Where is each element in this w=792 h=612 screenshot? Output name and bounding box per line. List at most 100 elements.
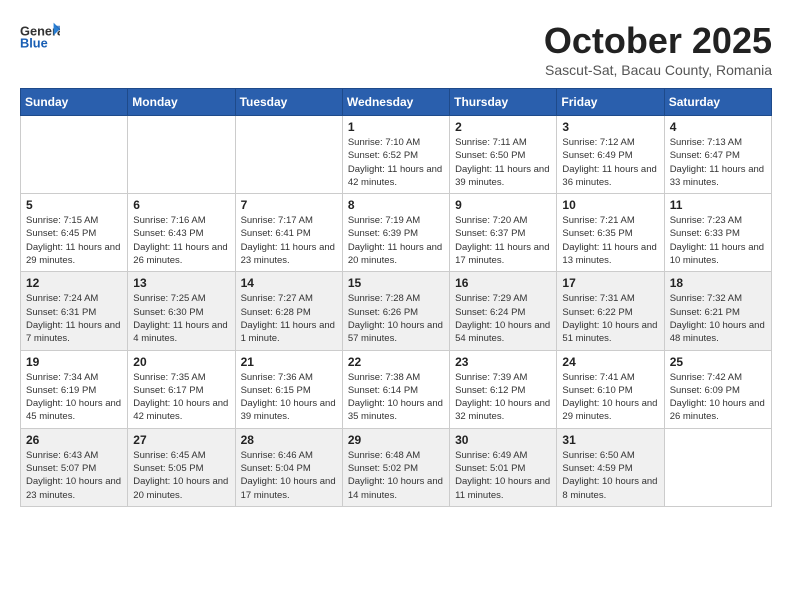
day-info: Sunrise: 7:31 AM Sunset: 6:22 PM Dayligh… [562,292,658,345]
day-info: Sunrise: 7:20 AM Sunset: 6:37 PM Dayligh… [455,214,551,267]
day-number: 21 [241,355,337,369]
calendar-day: 29 Sunrise: 6:48 AM Sunset: 5:02 PM Dayli… [342,428,449,506]
calendar-day: 27 Sunrise: 6:45 AM Sunset: 5:05 PM Dayli… [128,428,235,506]
calendar-day: 21Sunrise: 7:36 AM Sunset: 6:15 PM Dayli… [235,350,342,428]
day-number: 5 [26,198,122,212]
calendar-day: 23Sunrise: 7:39 AM Sunset: 6:12 PM Dayli… [450,350,557,428]
calendar-day: 18 Sunrise: 7:32 AM Sunset: 6:21 PM Dayli… [664,272,771,350]
calendar-day: 6Sunrise: 7:16 AM Sunset: 6:43 PM Daylig… [128,194,235,272]
calendar-day: 2Sunrise: 7:11 AM Sunset: 6:50 PM Daylig… [450,116,557,194]
day-header-friday: Friday [557,89,664,116]
calendar-day: 15Sunrise: 7:28 AM Sunset: 6:26 PM Dayli… [342,272,449,350]
calendar-day: 31 Sunrise: 6:50 AM Sunset: 4:59 PM Dayli… [557,428,664,506]
day-info: Sunrise: 7:34 AM Sunset: 6:19 PM Dayligh… [26,371,122,424]
calendar-week-3: 12 Sunrise: 7:24 AM Sunset: 6:31 PM Dayli… [21,272,772,350]
day-info: Sunrise: 7:11 AM Sunset: 6:50 PM Dayligh… [455,136,551,189]
day-number: 31 [562,433,658,447]
day-info: Sunrise: 7:19 AM Sunset: 6:39 PM Dayligh… [348,214,444,267]
day-info: Sunrise: 7:39 AM Sunset: 6:12 PM Dayligh… [455,371,551,424]
day-number: 11 [670,198,766,212]
calendar-day: 4 Sunrise: 7:13 AM Sunset: 6:47 PM Daylig… [664,116,771,194]
day-number: 20 [133,355,229,369]
day-info: Sunrise: 7:24 AM Sunset: 6:31 PM Dayligh… [26,292,122,345]
day-number: 29 [348,433,444,447]
day-info: Sunrise: 6:49 AM Sunset: 5:01 PM Dayligh… [455,449,551,502]
calendar-day: 1 Sunrise: 7:10 AM Sunset: 6:52 PM Daylig… [342,116,449,194]
svg-text:Blue: Blue [20,35,48,50]
day-number: 24 [562,355,658,369]
day-info: Sunrise: 6:46 AM Sunset: 5:04 PM Dayligh… [241,449,337,502]
day-number: 22 [348,355,444,369]
day-header-monday: Monday [128,89,235,116]
day-info: Sunrise: 6:48 AM Sunset: 5:02 PM Dayligh… [348,449,444,502]
day-number: 16 [455,276,551,290]
calendar-day: 24 Sunrise: 7:41 AM Sunset: 6:10 PM Dayli… [557,350,664,428]
calendar-day: 3Sunrise: 7:12 AM Sunset: 6:49 PM Daylig… [557,116,664,194]
page-header: General Blue October 2025 Sascut-Sat, Ba… [20,20,772,78]
day-info: Sunrise: 7:35 AM Sunset: 6:17 PM Dayligh… [133,371,229,424]
day-number: 18 [670,276,766,290]
day-info: Sunrise: 7:29 AM Sunset: 6:24 PM Dayligh… [455,292,551,345]
day-number: 25 [670,355,766,369]
calendar-day [235,116,342,194]
calendar-day: 9 Sunrise: 7:20 AM Sunset: 6:37 PM Daylig… [450,194,557,272]
calendar-day [21,116,128,194]
logo-icon: General Blue [20,20,60,50]
day-header-wednesday: Wednesday [342,89,449,116]
month-title: October 2025 [544,20,772,62]
day-number: 9 [455,198,551,212]
day-number: 19 [26,355,122,369]
day-number: 27 [133,433,229,447]
day-number: 6 [133,198,229,212]
calendar-day: 7 Sunrise: 7:17 AM Sunset: 6:41 PM Daylig… [235,194,342,272]
calendar-day [128,116,235,194]
calendar-day: 11 Sunrise: 7:23 AM Sunset: 6:33 PM Dayli… [664,194,771,272]
day-number: 13 [133,276,229,290]
calendar-week-4: 19 Sunrise: 7:34 AM Sunset: 6:19 PM Dayli… [21,350,772,428]
day-number: 1 [348,120,444,134]
calendar-day: 20 Sunrise: 7:35 AM Sunset: 6:17 PM Dayli… [128,350,235,428]
day-info: Sunrise: 7:32 AM Sunset: 6:21 PM Dayligh… [670,292,766,345]
day-number: 14 [241,276,337,290]
day-info: Sunrise: 7:42 AM Sunset: 6:09 PM Dayligh… [670,371,766,424]
day-info: Sunrise: 7:15 AM Sunset: 6:45 PM Dayligh… [26,214,122,267]
day-info: Sunrise: 7:38 AM Sunset: 6:14 PM Dayligh… [348,371,444,424]
day-number: 17 [562,276,658,290]
day-number: 8 [348,198,444,212]
calendar-day: 5 Sunrise: 7:15 AM Sunset: 6:45 PM Daylig… [21,194,128,272]
day-number: 28 [241,433,337,447]
day-number: 12 [26,276,122,290]
day-number: 7 [241,198,337,212]
day-header-saturday: Saturday [664,89,771,116]
day-header-thursday: Thursday [450,89,557,116]
calendar-day: 12 Sunrise: 7:24 AM Sunset: 6:31 PM Dayli… [21,272,128,350]
day-info: Sunrise: 7:25 AM Sunset: 6:30 PM Dayligh… [133,292,229,345]
day-info: Sunrise: 7:10 AM Sunset: 6:52 PM Dayligh… [348,136,444,189]
day-number: 26 [26,433,122,447]
calendar-day [664,428,771,506]
day-info: Sunrise: 7:21 AM Sunset: 6:35 PM Dayligh… [562,214,658,267]
day-info: Sunrise: 7:23 AM Sunset: 6:33 PM Dayligh… [670,214,766,267]
day-number: 4 [670,120,766,134]
day-number: 10 [562,198,658,212]
day-info: Sunrise: 7:12 AM Sunset: 6:49 PM Dayligh… [562,136,658,189]
day-info: Sunrise: 6:45 AM Sunset: 5:05 PM Dayligh… [133,449,229,502]
calendar-day: 28 Sunrise: 6:46 AM Sunset: 5:04 PM Dayli… [235,428,342,506]
calendar-day: 25 Sunrise: 7:42 AM Sunset: 6:09 PM Dayli… [664,350,771,428]
calendar-day: 17 Sunrise: 7:31 AM Sunset: 6:22 PM Dayli… [557,272,664,350]
calendar-table: SundayMondayTuesdayWednesdayThursdayFrid… [20,88,772,507]
calendar-day: 26Sunrise: 6:43 AM Sunset: 5:07 PM Dayli… [21,428,128,506]
day-header-sunday: Sunday [21,89,128,116]
day-number: 15 [348,276,444,290]
calendar-day: 14Sunrise: 7:27 AM Sunset: 6:28 PM Dayli… [235,272,342,350]
calendar-week-5: 26Sunrise: 6:43 AM Sunset: 5:07 PM Dayli… [21,428,772,506]
day-info: Sunrise: 7:13 AM Sunset: 6:47 PM Dayligh… [670,136,766,189]
calendar-day: 22 Sunrise: 7:38 AM Sunset: 6:14 PM Dayli… [342,350,449,428]
day-info: Sunrise: 7:41 AM Sunset: 6:10 PM Dayligh… [562,371,658,424]
day-info: Sunrise: 7:17 AM Sunset: 6:41 PM Dayligh… [241,214,337,267]
calendar-week-2: 5 Sunrise: 7:15 AM Sunset: 6:45 PM Daylig… [21,194,772,272]
calendar-header-row: SundayMondayTuesdayWednesdayThursdayFrid… [21,89,772,116]
day-info: Sunrise: 6:50 AM Sunset: 4:59 PM Dayligh… [562,449,658,502]
title-block: October 2025 Sascut-Sat, Bacau County, R… [544,20,772,78]
calendar-day: 19 Sunrise: 7:34 AM Sunset: 6:19 PM Dayli… [21,350,128,428]
